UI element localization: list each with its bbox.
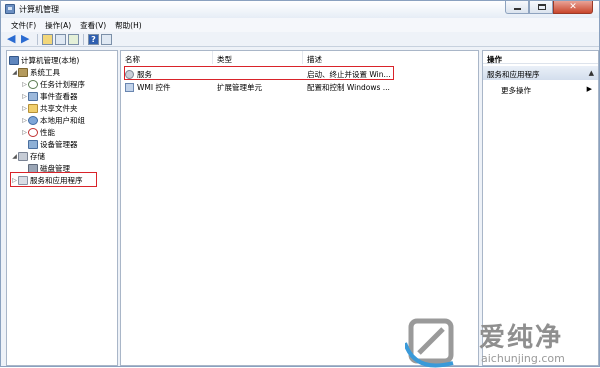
tree-item-device-manager[interactable]: 设备管理器 (28, 138, 78, 150)
tree-item-performance[interactable]: ▷ 性能 (21, 126, 55, 138)
column-header-type[interactable]: 类型 (213, 51, 303, 64)
tree-item-label: 存储 (30, 151, 45, 161)
event-log-icon (28, 91, 38, 101)
actions-group-header[interactable]: 服务和应用程序 ▲ (483, 66, 598, 80)
list-header: 名称 类型 描述 (121, 51, 478, 64)
tree-item-label: 共享文件夹 (40, 103, 78, 113)
expand-icon[interactable]: ▷ (21, 81, 28, 88)
list-item-wmi[interactable]: WMI 控件 扩展管理单元 配置和控制 Windows ... (121, 81, 478, 93)
toolbar: ◀ ▶ ? (1, 32, 599, 47)
computer-management-icon (5, 4, 15, 14)
window-title: 计算机管理 (19, 5, 59, 14)
column-header-description[interactable]: 描述 (303, 51, 403, 64)
close-button[interactable]: ✕ (553, 1, 593, 14)
tree-item-task-scheduler[interactable]: ▷ 任务计划程序 (21, 78, 85, 90)
tree-item-label: 设备管理器 (40, 139, 78, 149)
users-icon (28, 115, 38, 125)
tree-item-event-viewer[interactable]: ▷ 事件查看器 (21, 90, 78, 102)
minimize-button[interactable] (505, 1, 529, 14)
up-folder-icon[interactable] (42, 33, 53, 45)
maximize-icon (538, 4, 546, 10)
export-list-icon[interactable] (68, 33, 79, 45)
more-actions-item[interactable]: 更多操作 ▶ (483, 83, 598, 95)
show-hide-tree-icon[interactable] (55, 33, 66, 45)
toolbar-separator (37, 33, 38, 45)
computer-management-window: 计算机管理 ✕ 文件(F) 操作(A) 查看(V) 帮助(H) ◀ ▶ ? 计算… (0, 0, 600, 368)
close-icon: ✕ (569, 2, 577, 12)
actions-group-label: 服务和应用程序 (487, 70, 540, 79)
more-actions-label: 更多操作 (501, 86, 531, 95)
minimize-icon (514, 8, 521, 10)
highlight-box (10, 172, 97, 187)
shared-folder-icon (28, 103, 38, 113)
actions-header: 操作 (483, 51, 598, 64)
tree-item-system-tools[interactable]: ◢ 系统工具 (11, 66, 60, 78)
column-header-name[interactable]: 名称 (121, 51, 213, 64)
show-hide-action-pane-icon[interactable] (101, 33, 112, 45)
menu-view[interactable]: 查看(V) (76, 18, 111, 32)
watermark-text-en: aichunjing.com (481, 352, 565, 365)
expand-icon[interactable]: ▷ (21, 105, 28, 112)
highlight-box (124, 66, 394, 80)
tree-item-label: 计算机管理(本地) (21, 55, 80, 65)
collapse-caret-icon[interactable]: ▲ (589, 69, 594, 77)
forward-arrow-icon[interactable]: ▶ (21, 33, 33, 45)
menu-bar: 文件(F) 操作(A) 查看(V) 帮助(H) (1, 18, 599, 32)
menu-help[interactable]: 帮助(H) (111, 18, 147, 32)
wmi-control-icon (125, 83, 134, 92)
title-bar[interactable]: 计算机管理 ✕ (1, 1, 599, 18)
menu-action[interactable]: 操作(A) (41, 18, 76, 32)
tree-item-root[interactable]: 计算机管理(本地) (9, 54, 79, 66)
expand-icon[interactable]: ▷ (21, 93, 28, 100)
window-controls: ✕ (505, 1, 593, 14)
collapse-icon[interactable]: ◢ (11, 153, 18, 160)
watermark-text-cn: 爱纯净 (479, 323, 564, 353)
back-arrow-icon[interactable]: ◀ (7, 33, 19, 45)
list-item-description: 配置和控制 Windows ... (307, 82, 390, 92)
tools-icon (18, 67, 28, 77)
tree-item-label: 事件查看器 (40, 91, 78, 101)
tree-item-shared-folders[interactable]: ▷ 共享文件夹 (21, 102, 78, 114)
tree-item-storage[interactable]: ◢ 存储 (11, 150, 45, 162)
clock-icon (28, 79, 38, 89)
expand-icon[interactable]: ▷ (21, 129, 28, 136)
help-icon[interactable]: ? (88, 33, 99, 45)
submenu-arrow-icon: ▶ (586, 85, 592, 93)
device-manager-icon (28, 139, 38, 149)
maximize-button[interactable] (529, 1, 553, 14)
list-item-type: 扩展管理单元 (217, 82, 262, 92)
storage-icon (18, 151, 28, 161)
performance-icon (28, 127, 38, 137)
expand-icon[interactable]: ▷ (21, 117, 28, 124)
tree-item-label: 性能 (40, 127, 55, 137)
list-item-name: WMI 控件 (137, 82, 171, 92)
tree-item-label: 本地用户和组 (40, 115, 85, 125)
computer-icon (9, 55, 19, 65)
watermark-logo (405, 318, 454, 368)
navigation-tree: 计算机管理(本地) ◢ 系统工具 ▷ 任务计划程序 ▷ 事件查看器 ▷ 共享文件… (6, 50, 118, 366)
tree-item-local-users[interactable]: ▷ 本地用户和组 (21, 114, 85, 126)
collapse-icon[interactable]: ◢ (11, 69, 18, 76)
tree-item-label: 系统工具 (30, 67, 60, 77)
list-item-name-cell: WMI 控件 (121, 82, 213, 93)
tree-item-label: 任务计划程序 (40, 79, 85, 89)
menu-file[interactable]: 文件(F) (7, 18, 41, 32)
toolbar-separator (83, 33, 84, 45)
watermark: 爱纯净 aichunjing.com (405, 313, 600, 368)
